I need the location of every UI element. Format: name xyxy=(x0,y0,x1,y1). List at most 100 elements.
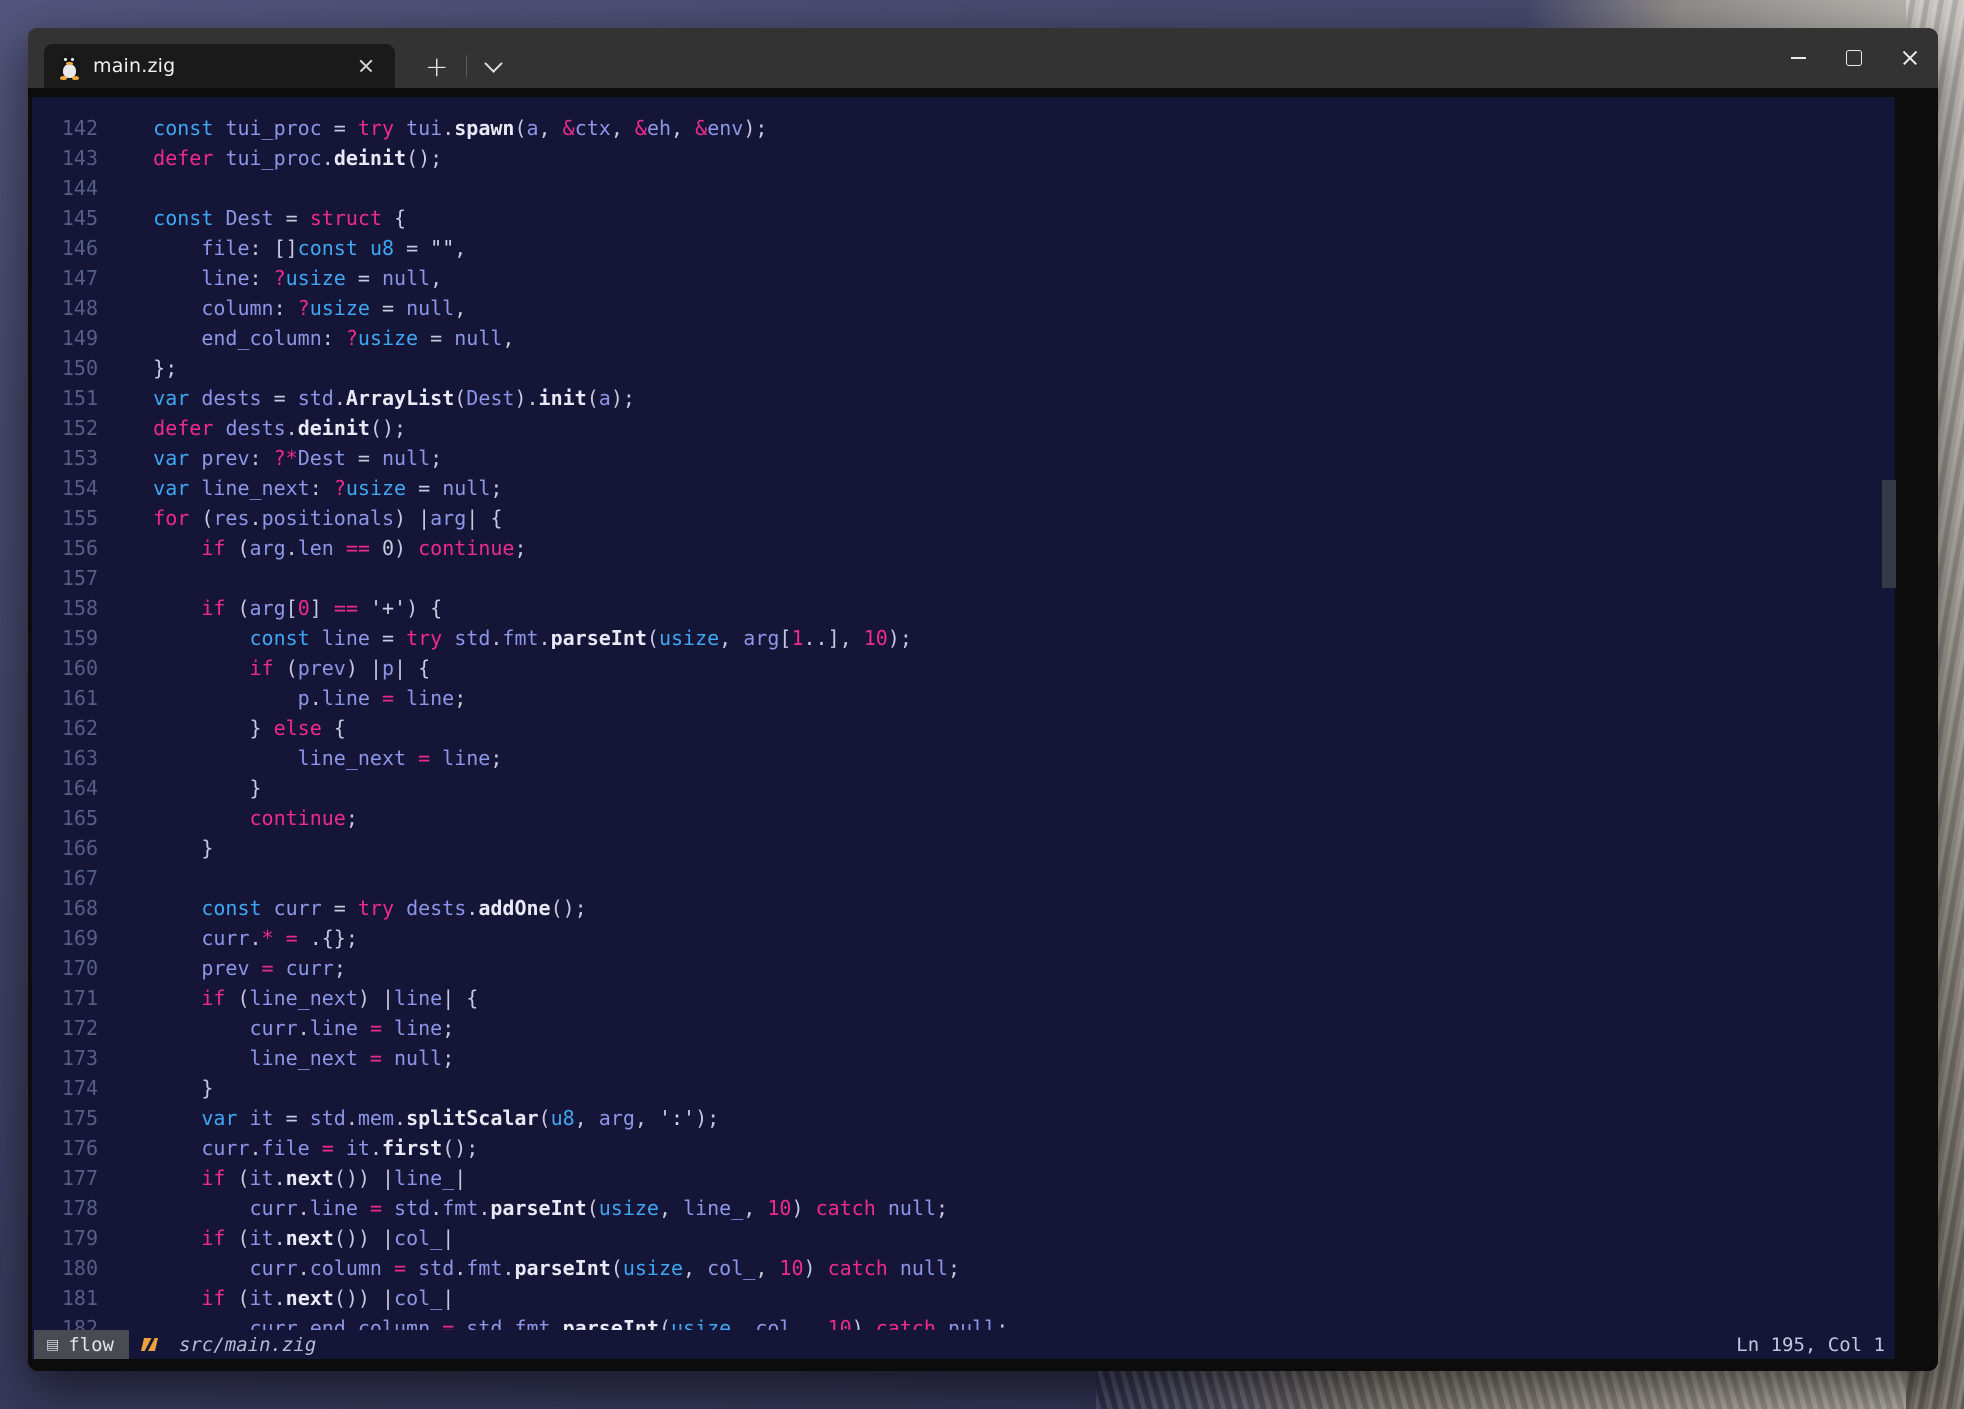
line-number: 142 xyxy=(32,113,98,143)
code-area[interactable]: 142 const tui_proc = try tui.spawn(a, &c… xyxy=(32,97,1895,1330)
close-icon xyxy=(1897,45,1923,71)
line-number: 166 xyxy=(32,833,98,863)
line-number: 155 xyxy=(32,503,98,533)
code-line: 179 if (it.next()) |col_| xyxy=(32,1223,1895,1253)
line-number: 145 xyxy=(32,203,98,233)
document-icon: ▤ xyxy=(46,1337,59,1353)
line-number: 159 xyxy=(32,623,98,653)
line-number: 144 xyxy=(32,173,98,203)
code-line: 164 } xyxy=(32,773,1895,803)
wallpaper-bottom-right xyxy=(1096,1365,1906,1409)
code-line: 168 const curr = try dests.addOne(); xyxy=(32,893,1895,923)
line-number: 157 xyxy=(32,563,98,593)
line-number: 176 xyxy=(32,1133,98,1163)
line-number: 160 xyxy=(32,653,98,683)
code-line: 170 prev = curr; xyxy=(32,953,1895,983)
code-line: 158 if (arg[0] == '+') { xyxy=(32,593,1895,623)
line-number: 169 xyxy=(32,923,98,953)
line-number: 167 xyxy=(32,863,98,893)
line-number: 180 xyxy=(32,1253,98,1283)
code-line: 178 curr.line = std.fmt.parseInt(usize, … xyxy=(32,1193,1895,1223)
code-line: 143 defer tui_proc.deinit(); xyxy=(32,143,1895,173)
code-line: 147 line: ?usize = null, xyxy=(32,263,1895,293)
line-number: 177 xyxy=(32,1163,98,1193)
code-line: 180 curr.column = std.fmt.parseInt(usize… xyxy=(32,1253,1895,1283)
code-line: 151 var dests = std.ArrayList(Dest).init… xyxy=(32,383,1895,413)
code-line: 152 defer dests.deinit(); xyxy=(32,413,1895,443)
code-line: 149 end_column: ?usize = null, xyxy=(32,323,1895,353)
code-line: 174 } xyxy=(32,1073,1895,1103)
line-number: 143 xyxy=(32,143,98,173)
window-controls xyxy=(1770,28,1938,88)
line-number: 170 xyxy=(32,953,98,983)
line-number: 153 xyxy=(32,443,98,473)
flow-label: flow xyxy=(68,1334,114,1356)
wallpaper-top-right xyxy=(1526,0,1906,30)
line-number: 158 xyxy=(32,593,98,623)
line-number: 146 xyxy=(32,233,98,263)
desktop: { "window": { "tab_title": "main.zig", "… xyxy=(0,0,1964,1409)
code-line: 173 line_next = null; xyxy=(32,1043,1895,1073)
titlebar: main.zig + xyxy=(28,28,1938,88)
code-line: 154 var line_next: ?usize = null; xyxy=(32,473,1895,503)
line-number: 163 xyxy=(32,743,98,773)
line-number: 181 xyxy=(32,1283,98,1313)
code-line: 150 }; xyxy=(32,353,1895,383)
line-number: 156 xyxy=(32,533,98,563)
code-line: 156 if (arg.len == 0) continue; xyxy=(32,533,1895,563)
terminal-window: main.zig + 142 co xyxy=(28,28,1938,1371)
line-number: 172 xyxy=(32,1013,98,1043)
code-line: 159 const line = try std.fmt.parseInt(us… xyxy=(32,623,1895,653)
code-line: 181 if (it.next()) |col_| xyxy=(32,1283,1895,1313)
code-line: 169 curr.* = .{}; xyxy=(32,923,1895,953)
maximize-button[interactable] xyxy=(1826,28,1882,88)
close-button[interactable] xyxy=(1882,28,1938,88)
maximize-icon xyxy=(1846,50,1862,66)
tabbar-separator xyxy=(466,55,467,77)
code-line: 160 if (prev) |p| { xyxy=(32,653,1895,683)
line-number: 171 xyxy=(32,983,98,1013)
line-number: 168 xyxy=(32,893,98,923)
tab-main-zig[interactable]: main.zig xyxy=(44,44,395,88)
file-path: src/main.zig xyxy=(179,1334,316,1356)
tab-list-dropdown-button[interactable] xyxy=(477,44,510,88)
code-line: 145 const Dest = struct { xyxy=(32,203,1895,233)
tab-close-button[interactable] xyxy=(353,53,379,79)
code-line: 155 for (res.positionals) |arg| { xyxy=(32,503,1895,533)
line-number: 175 xyxy=(32,1103,98,1133)
line-number: 162 xyxy=(32,713,98,743)
line-number: 165 xyxy=(32,803,98,833)
minimize-button[interactable] xyxy=(1770,28,1826,88)
new-tab-button[interactable]: + xyxy=(417,44,456,88)
line-number: 178 xyxy=(32,1193,98,1223)
line-number: 150 xyxy=(32,353,98,383)
terminal-body: 142 const tui_proc = try tui.spawn(a, &c… xyxy=(28,88,1938,1371)
code-line: 166 } xyxy=(32,833,1895,863)
line-number: 151 xyxy=(32,383,98,413)
code-line: 175 var it = std.mem.splitScalar(u8, arg… xyxy=(32,1103,1895,1133)
code-line: 177 if (it.next()) |line_| xyxy=(32,1163,1895,1193)
line-number: 149 xyxy=(32,323,98,353)
code-line: 162 } else { xyxy=(32,713,1895,743)
code-line: 176 curr.file = it.first(); xyxy=(32,1133,1895,1163)
code-line: 182 curr.end_column = std.fmt.parseInt(u… xyxy=(32,1313,1895,1330)
code-line: 142 const tui_proc = try tui.spawn(a, &c… xyxy=(32,113,1895,143)
code-line: 148 column: ?usize = null, xyxy=(32,293,1895,323)
scrollbar-thumb[interactable] xyxy=(1882,480,1896,588)
line-number: 161 xyxy=(32,683,98,713)
code-line: 146 file: []const u8 = "", xyxy=(32,233,1895,263)
line-number: 154 xyxy=(32,473,98,503)
line-number: 182 xyxy=(32,1313,98,1330)
code-line: 161 p.line = line; xyxy=(32,683,1895,713)
code-line: 172 curr.line = line; xyxy=(32,1013,1895,1043)
line-number: 174 xyxy=(32,1073,98,1103)
tab-title: main.zig xyxy=(93,55,175,77)
cursor-position: Ln 195, Col 1 xyxy=(1736,1334,1885,1356)
zig-icon xyxy=(141,1338,158,1351)
code-line: 144 xyxy=(32,173,1895,203)
code-line: 171 if (line_next) |line| { xyxy=(32,983,1895,1013)
flow-menu-chip[interactable]: ▤ flow xyxy=(34,1330,129,1359)
code-line: 167 xyxy=(32,863,1895,893)
line-number: 152 xyxy=(32,413,98,443)
code-line: 163 line_next = line; xyxy=(32,743,1895,773)
